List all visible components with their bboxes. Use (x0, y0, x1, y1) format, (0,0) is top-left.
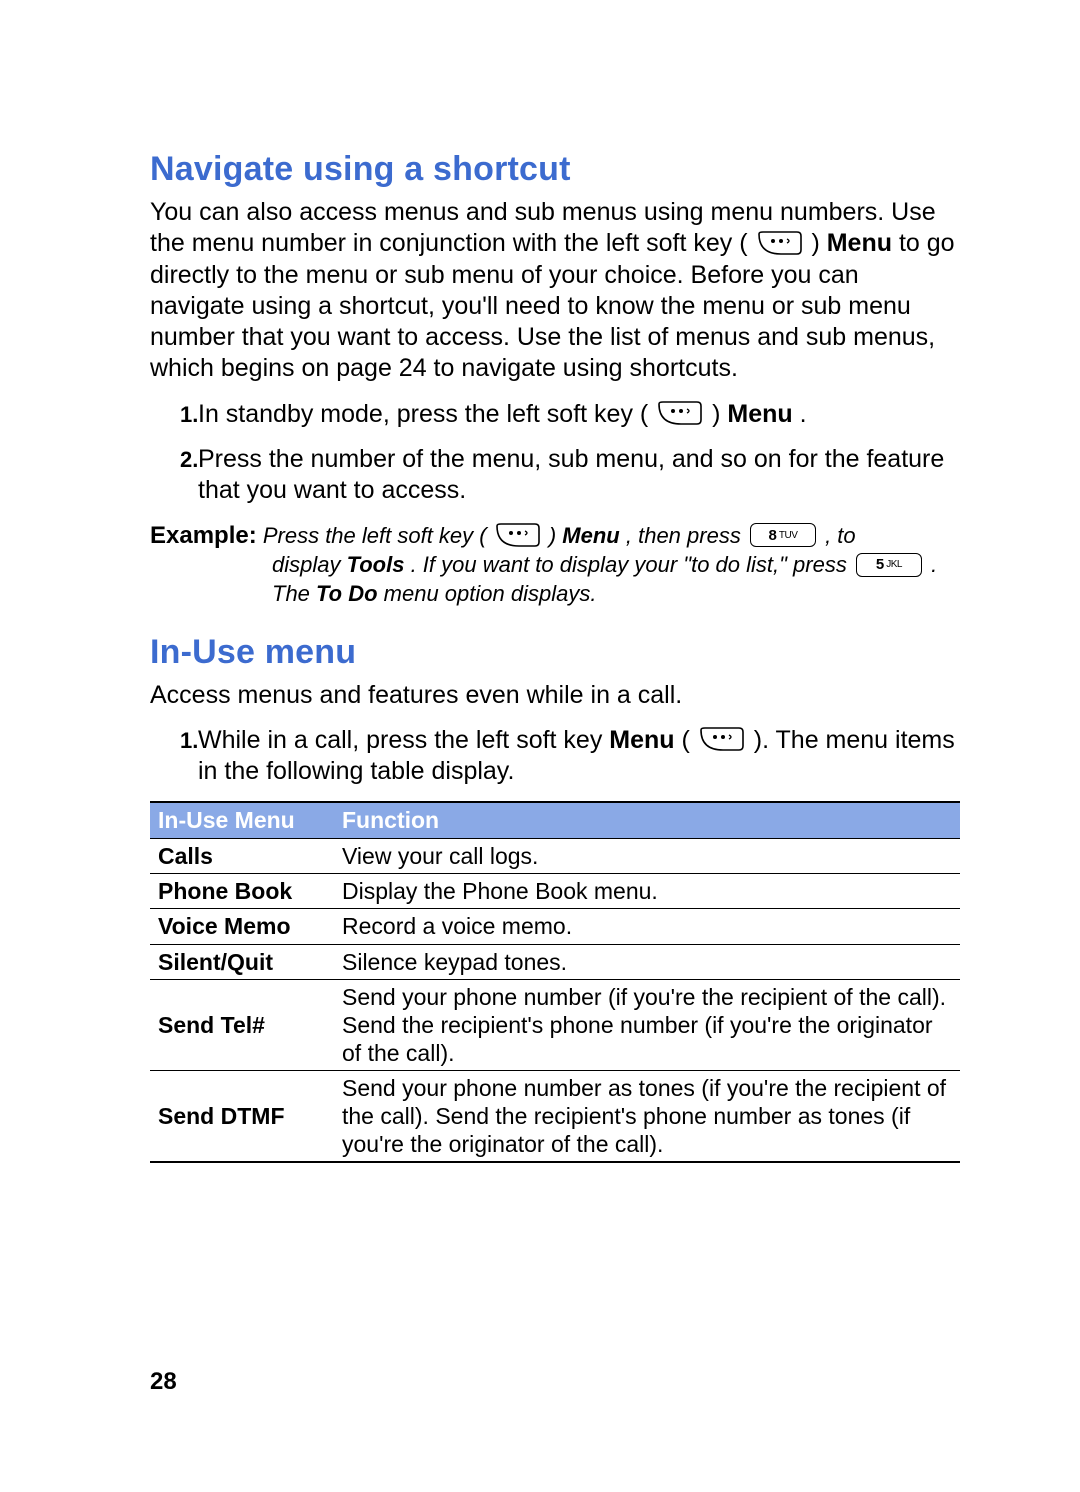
table-row: Silent/Quit Silence keypad tones. (150, 944, 960, 979)
text-fragment: ) (811, 229, 826, 257)
table-header-function: Function (334, 802, 960, 839)
text-fragment: , then press (626, 523, 747, 548)
list-text: Press the number of the menu, sub menu, … (198, 444, 960, 507)
inuse-menu-table: In-Use Menu Function Calls View your cal… (150, 801, 960, 1162)
table-cell-name: Send DTMF (150, 1070, 334, 1162)
table-cell-name: Send Tel# (150, 979, 334, 1070)
menu-label: Menu (827, 229, 892, 257)
softkey-icon (495, 522, 541, 548)
text-fragment: menu option displays. (384, 581, 597, 606)
table-cell-func: Send your phone number (if you're the re… (334, 979, 960, 1070)
table-cell-func: Send your phone number as tones (if you'… (334, 1070, 960, 1162)
heading-inuse-menu: In-Use menu (150, 633, 960, 672)
table-row: Calls View your call logs. (150, 839, 960, 874)
softkey-icon (757, 230, 803, 256)
table-row: Voice Memo Record a voice memo. (150, 909, 960, 944)
example-block: Example: Press the left soft key ( ) Men… (150, 520, 960, 608)
paragraph-inuse-intro: Access menus and features even while in … (150, 680, 960, 711)
table-header-row: In-Use Menu Function (150, 802, 960, 839)
text-fragment: In standby mode, press the left soft key… (198, 400, 648, 428)
text-fragment: . (800, 400, 807, 428)
list-marker: 1. (150, 399, 198, 430)
text-fragment: While in a call, press the left soft key (198, 726, 609, 754)
text-fragment: ( (682, 726, 690, 754)
table-row: Phone Book Display the Phone Book menu. (150, 874, 960, 909)
menu-label: Menu (727, 400, 792, 428)
list-text: While in a call, press the left soft key… (198, 725, 960, 788)
table-cell-func: Display the Phone Book menu. (334, 874, 960, 909)
table-cell-name: Voice Memo (150, 909, 334, 944)
key-8-icon: 8 TUV (750, 523, 816, 547)
list-item: 2. Press the number of the menu, sub men… (150, 444, 960, 507)
table-row: Send Tel# Send your phone number (if you… (150, 979, 960, 1070)
ordered-list-shortcut: 1. In standby mode, press the left soft … (150, 399, 960, 507)
text-fragment: , to (825, 523, 856, 548)
table-cell-func: Silence keypad tones. (334, 944, 960, 979)
table-row: Send DTMF Send your phone number as tone… (150, 1070, 960, 1162)
table-cell-name: Phone Book (150, 874, 334, 909)
menu-label: Menu (562, 523, 619, 548)
list-marker: 2. (150, 444, 198, 507)
list-text: In standby mode, press the left soft key… (198, 399, 807, 430)
text-fragment: Press the left soft key ( (263, 523, 487, 548)
table-cell-name: Calls (150, 839, 334, 874)
text-fragment: . If you want to display your "to do lis… (411, 552, 853, 577)
list-item: 1. In standby mode, press the left soft … (150, 399, 960, 430)
example-text: Example: Press the left soft key ( ) Men… (150, 520, 960, 608)
page-number: 28 (150, 1368, 177, 1396)
paragraph-shortcut-intro: You can also access menus and sub menus … (150, 197, 960, 385)
ordered-list-inuse: 1. While in a call, press the left soft … (150, 725, 960, 788)
menu-label: Menu (609, 726, 674, 754)
example-label: Example: (150, 522, 257, 549)
key-digit: 5 (876, 555, 884, 575)
tools-label: Tools (347, 552, 405, 577)
key-5-icon: 5 JKL (856, 553, 922, 577)
todo-label: To Do (316, 581, 378, 606)
document-page: Navigate using a shortcut You can also a… (0, 0, 1080, 1492)
table-cell-func: Record a voice memo. (334, 909, 960, 944)
table-cell-func: View your call logs. (334, 839, 960, 874)
table-cell-name: Silent/Quit (150, 944, 334, 979)
list-marker: 1. (150, 725, 198, 788)
table-header-menu: In-Use Menu (150, 802, 334, 839)
text-fragment: display (272, 552, 347, 577)
text-fragment: ) (549, 523, 562, 548)
example-continuation: display Tools . If you want to display y… (272, 551, 960, 608)
text-fragment: ) (712, 400, 727, 428)
softkey-icon (699, 726, 745, 752)
list-item: 1. While in a call, press the left soft … (150, 725, 960, 788)
key-digit: 8 (769, 526, 777, 546)
softkey-icon (657, 400, 703, 426)
key-letters: JKL (886, 558, 902, 571)
key-letters: TUV (779, 529, 798, 542)
heading-navigate-shortcut: Navigate using a shortcut (150, 150, 960, 189)
